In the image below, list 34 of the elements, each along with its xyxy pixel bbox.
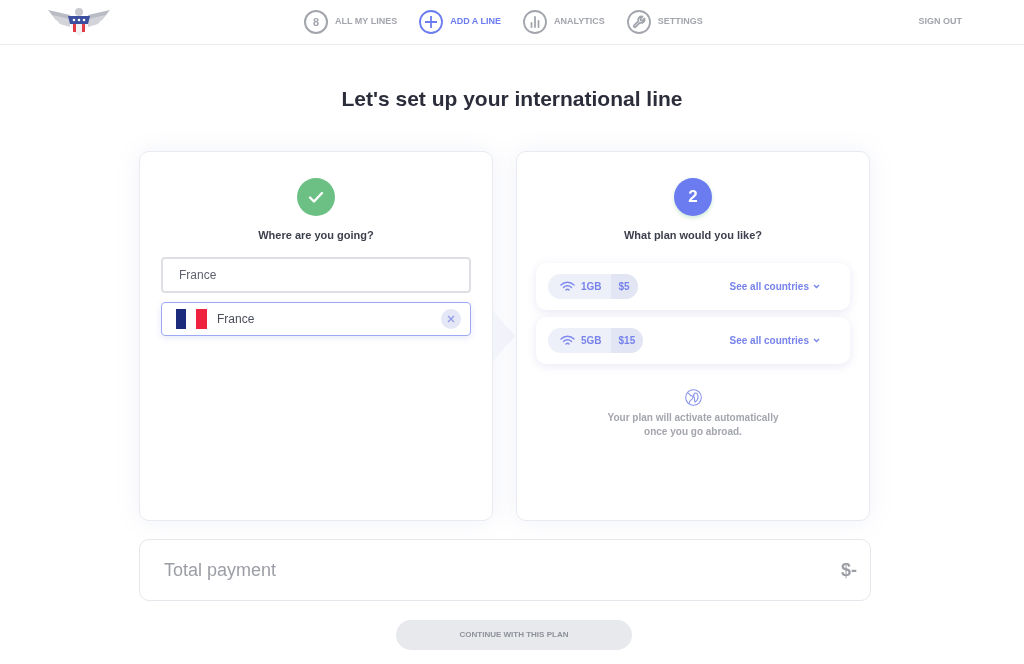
clear-button[interactable] bbox=[441, 308, 461, 329]
see-countries-link[interactable]: See all countries bbox=[729, 278, 820, 294]
step-question: Where are you going? bbox=[258, 228, 374, 243]
plan-option[interactable]: 1GB $5 See all countries bbox=[536, 262, 850, 310]
see-countries-link[interactable]: See all countries bbox=[729, 332, 820, 348]
caret-icon bbox=[813, 337, 820, 343]
plan-price: $5 bbox=[610, 273, 638, 299]
total-label: Total payment bbox=[164, 558, 277, 582]
count-badge: 8 bbox=[304, 10, 328, 34]
selected-country[interactable]: France bbox=[161, 301, 471, 336]
plan-data: 5GB bbox=[581, 333, 603, 348]
close-icon bbox=[447, 314, 455, 323]
nav-link[interactable]: SETTINGS bbox=[626, 10, 703, 34]
eagle-logo[interactable] bbox=[48, 7, 110, 37]
search-field[interactable]: France bbox=[161, 256, 471, 293]
wifi-icon bbox=[560, 334, 575, 346]
nav-link[interactable]: ANALYTICS bbox=[523, 10, 605, 34]
plan-data: 1GB bbox=[581, 279, 603, 294]
check-icon bbox=[297, 178, 335, 216]
plan-price: $15 bbox=[610, 327, 644, 353]
plan-option[interactable]: 5GB $15 See all countries bbox=[536, 316, 850, 364]
caret-icon bbox=[813, 283, 820, 289]
wifi-icon bbox=[560, 280, 575, 292]
sign-out-link[interactable]: SIGN OUT bbox=[918, 15, 962, 29]
page-title: Let's set up your international line bbox=[340, 86, 684, 112]
step-question: What plan would you like? bbox=[623, 228, 763, 243]
nav-link[interactable]: ADD A LINE bbox=[419, 10, 502, 34]
flag-icon bbox=[176, 308, 207, 329]
country-name: France bbox=[217, 310, 255, 328]
plan-note: Your plan will activate automatically once you go abroad. bbox=[606, 410, 780, 439]
nav-link[interactable]: 8 ALL MY LINES bbox=[304, 10, 398, 34]
step-number: 2 bbox=[674, 178, 712, 216]
total-amount: $- bbox=[841, 558, 857, 582]
globe-icon bbox=[684, 388, 702, 406]
